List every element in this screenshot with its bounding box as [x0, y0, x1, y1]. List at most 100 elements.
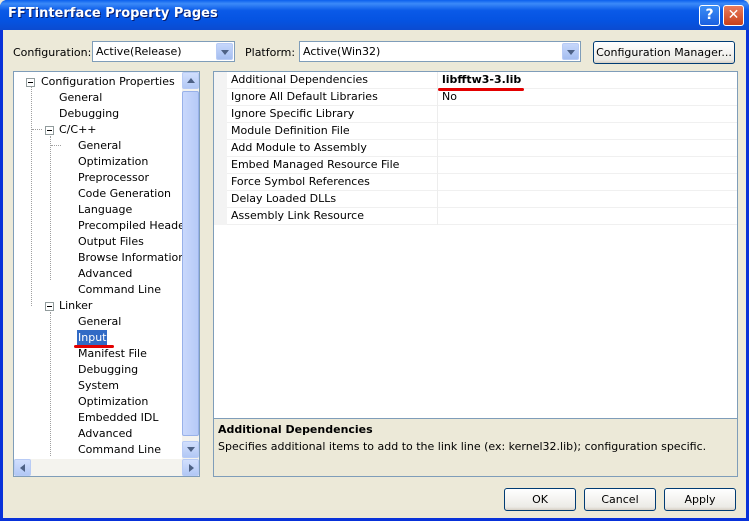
tree-item-system[interactable]: System	[78, 378, 119, 394]
collapse-icon[interactable]	[26, 78, 35, 87]
platform-dropdown[interactable]: Active(Win32)	[299, 41, 581, 62]
tree-item-command-line[interactable]: Command Line	[78, 282, 161, 298]
property-row[interactable]: Ignore Specific Library	[214, 106, 737, 123]
property-row[interactable]: Force Symbol References	[214, 174, 737, 191]
ok-button[interactable]: OK	[504, 488, 576, 511]
platform-value: Active(Win32)	[303, 45, 381, 58]
property-row[interactable]: Embed Managed Resource File	[214, 157, 737, 174]
property-name: Additional Dependencies	[231, 73, 369, 86]
grid-separator	[437, 123, 438, 140]
tree-item-linker-advanced[interactable]: Advanced	[78, 426, 132, 442]
tree-item-output-files[interactable]: Output Files	[78, 234, 144, 250]
configuration-label: Configuration:	[13, 46, 92, 59]
tree-item-embedded-idl[interactable]: Embedded IDL	[78, 410, 158, 426]
window-title: FFTinterface Property Pages	[8, 6, 218, 21]
tree-vertical-scrollbar[interactable]	[182, 72, 199, 459]
description-text: Specifies additional items to add to the…	[218, 440, 707, 453]
scroll-down-icon[interactable]	[182, 441, 199, 458]
tree-item-linker-general[interactable]: General	[78, 314, 121, 330]
tree-root-configuration-properties[interactable]: Configuration Properties	[41, 74, 175, 90]
tree-item-cpp-general[interactable]: General	[78, 138, 121, 154]
scrollbar-thumb[interactable]	[182, 91, 199, 436]
tree-item-cpp[interactable]: C/C++	[59, 122, 97, 138]
property-grid[interactable]: Additional Dependencies libfftw3-3.lib I…	[213, 71, 738, 438]
chevron-down-icon[interactable]	[562, 43, 579, 60]
property-name: Module Definition File	[231, 124, 350, 137]
tree-item-linker-debugging[interactable]: Debugging	[78, 362, 138, 378]
tree-item-input[interactable]: Input	[77, 330, 108, 346]
property-name: Add Module to Assembly	[231, 141, 367, 154]
collapse-icon[interactable]	[45, 126, 54, 135]
tree-connector	[31, 86, 32, 306]
grid-separator	[437, 157, 438, 174]
grid-margin	[214, 89, 227, 106]
property-name: Delay Loaded DLLs	[231, 192, 337, 205]
tree-connector	[50, 312, 51, 456]
grid-separator	[437, 140, 438, 157]
grid-margin	[214, 157, 227, 174]
tree-connector	[50, 136, 51, 280]
tree-item-general[interactable]: General	[59, 90, 102, 106]
cancel-button[interactable]: Cancel	[584, 488, 656, 511]
property-name: Embed Managed Resource File	[231, 158, 400, 171]
description-panel: Additional Dependencies Specifies additi…	[213, 418, 738, 477]
property-row[interactable]: Assembly Link Resource	[214, 208, 737, 225]
grid-separator	[437, 208, 438, 225]
property-name: Force Symbol References	[231, 175, 370, 188]
tree-item-linker[interactable]: Linker	[59, 298, 92, 314]
property-name: Ignore Specific Library	[231, 107, 355, 120]
configuration-dropdown[interactable]: Active(Release)	[92, 41, 235, 62]
chevron-down-icon[interactable]	[216, 43, 233, 60]
tree-item-manifest-file[interactable]: Manifest File	[78, 346, 147, 362]
scroll-up-icon[interactable]	[182, 72, 199, 89]
property-row[interactable]: Module Definition File	[214, 123, 737, 140]
configuration-value: Active(Release)	[96, 45, 182, 58]
grid-margin	[214, 123, 227, 140]
property-row[interactable]: Additional Dependencies libfftw3-3.lib	[214, 72, 737, 89]
platform-label: Platform:	[245, 46, 296, 59]
grid-margin	[214, 191, 227, 208]
property-row[interactable]: Delay Loaded DLLs	[214, 191, 737, 208]
grid-margin	[214, 174, 227, 191]
close-icon[interactable]: ✕	[723, 5, 744, 26]
tree-connector	[51, 145, 61, 146]
grid-separator	[437, 89, 438, 106]
property-value[interactable]: libfftw3-3.lib	[442, 73, 521, 86]
grid-separator	[437, 191, 438, 208]
tree-item-browse-information[interactable]: Browse Information	[78, 250, 185, 266]
tree-item-optimization[interactable]: Optimization	[78, 154, 148, 170]
title-bar[interactable]: FFTinterface Property Pages ? ✕	[0, 0, 749, 30]
scroll-left-icon[interactable]	[14, 459, 31, 476]
property-tree[interactable]: Configuration Properties General Debuggi…	[13, 71, 200, 477]
grid-margin	[214, 72, 227, 89]
grid-margin	[214, 140, 227, 157]
tree-item-language[interactable]: Language	[78, 202, 132, 218]
tree-item-precompiled-headers[interactable]: Precompiled Headers	[78, 218, 195, 234]
description-title: Additional Dependencies	[218, 423, 373, 436]
tree-item-preprocessor[interactable]: Preprocessor	[78, 170, 149, 186]
help-icon[interactable]: ?	[699, 5, 720, 26]
property-name: Assembly Link Resource	[231, 209, 364, 222]
tree-item-advanced[interactable]: Advanced	[78, 266, 132, 282]
tree-item-linker-command-line[interactable]: Command Line	[78, 442, 161, 458]
tree-item-code-generation[interactable]: Code Generation	[78, 186, 171, 202]
property-row[interactable]: Ignore All Default Libraries No	[214, 89, 737, 106]
apply-button[interactable]: Apply	[664, 488, 736, 511]
dialog-client-area: Configuration: Active(Release) Platform:…	[3, 30, 746, 518]
grid-margin	[214, 208, 227, 225]
grid-separator	[437, 72, 438, 89]
tree-item-debugging[interactable]: Debugging	[59, 106, 119, 122]
scroll-right-icon[interactable]	[182, 459, 199, 476]
property-pages-window: FFTinterface Property Pages ? ✕ Configur…	[0, 0, 749, 521]
property-name: Ignore All Default Libraries	[231, 90, 378, 103]
property-row[interactable]: Add Module to Assembly	[214, 140, 737, 157]
tree-item-linker-optimization[interactable]: Optimization	[78, 394, 148, 410]
grid-separator	[437, 174, 438, 191]
collapse-icon[interactable]	[45, 302, 54, 311]
property-value[interactable]: No	[442, 90, 457, 103]
grid-separator	[437, 106, 438, 123]
tree-horizontal-scrollbar[interactable]	[14, 459, 199, 476]
tree-connector	[32, 129, 42, 130]
grid-margin	[214, 106, 227, 123]
configuration-manager-button[interactable]: Configuration Manager...	[593, 41, 735, 64]
